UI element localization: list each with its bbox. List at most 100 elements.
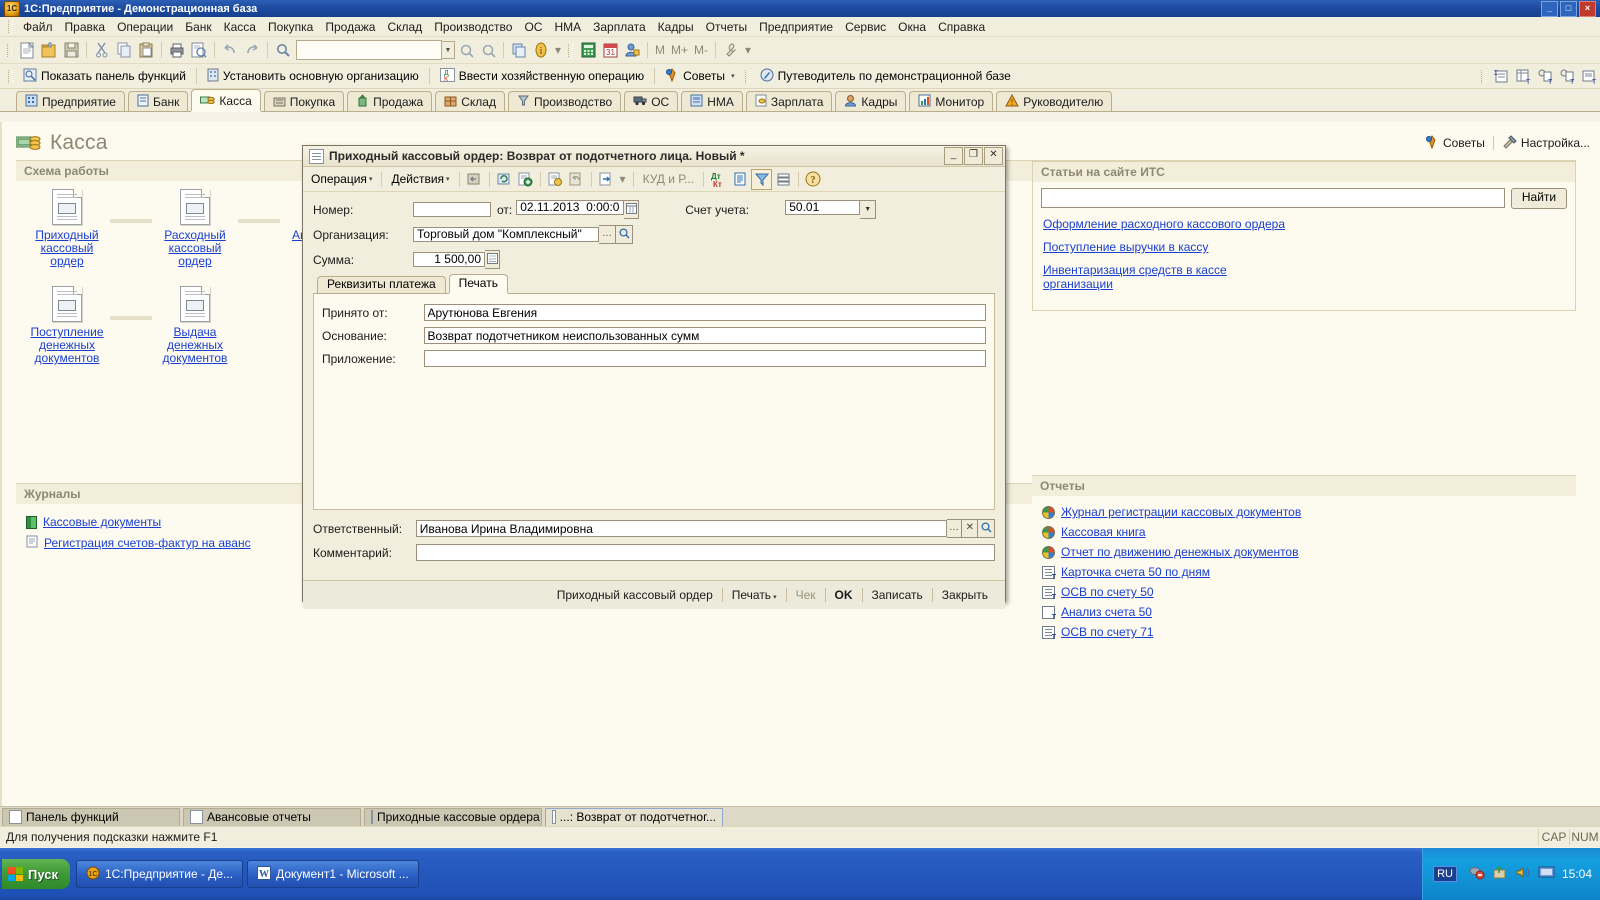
menu-item-windows[interactable]: Окна	[892, 18, 932, 36]
menu-item-file[interactable]: Файл	[17, 18, 59, 36]
responsible-input[interactable]	[415, 520, 947, 537]
network-blocked-icon[interactable]	[1468, 865, 1485, 883]
account-combo[interactable]: ▼	[785, 200, 877, 219]
report-sum-icon[interactable]: Σ	[1491, 66, 1511, 86]
select-button[interactable]: …	[946, 519, 963, 538]
comment-input[interactable]	[416, 544, 995, 561]
redo-icon[interactable]	[242, 40, 262, 60]
osv-report-icon[interactable]: T	[1513, 66, 1533, 86]
menu-item-reports[interactable]: Отчеты	[700, 18, 753, 36]
menu-item-cash[interactable]: Касса	[218, 18, 262, 36]
add-movement-icon[interactable]	[516, 170, 535, 189]
demo-guide-button[interactable]: Путеводитель по демонстрационной базе	[754, 67, 1017, 86]
search-input[interactable]	[296, 40, 442, 60]
operation-menu-button[interactable]: Операция ▾	[306, 170, 377, 188]
tab-monitor[interactable]: Монитор	[909, 91, 994, 111]
cut-icon[interactable]	[92, 40, 112, 60]
its-link[interactable]: Оформление расходного кассового ордера	[1043, 217, 1293, 231]
report-item-account-50-card[interactable]: Карточка счета 50 по дням	[1040, 562, 1568, 582]
menu-item-production[interactable]: Производство	[428, 18, 518, 36]
menu-item-purchase[interactable]: Покупка	[262, 18, 319, 36]
basis-input[interactable]	[423, 327, 986, 344]
chevron-down-icon[interactable]: ▾	[369, 175, 373, 183]
calculator-picker-icon[interactable]	[485, 250, 500, 269]
memory-minus-button[interactable]: M-	[691, 43, 711, 57]
display-icon[interactable]	[1538, 865, 1555, 883]
select-button[interactable]: …	[599, 225, 616, 244]
close-button[interactable]: ×	[1579, 0, 1596, 17]
calendar-picker-icon[interactable]	[624, 200, 640, 219]
tab-warehouse[interactable]: Склад	[435, 91, 505, 111]
dialog-minimize-button[interactable]: _	[944, 147, 963, 165]
its-link[interactable]: Поступление выручки в кассу	[1043, 240, 1293, 254]
flow-node-outgoing-cash-order[interactable]: Расходный кассовый ордер	[152, 189, 238, 268]
maximize-button[interactable]: □	[1560, 0, 1577, 17]
undo-posting-icon[interactable]	[567, 170, 586, 189]
menu-item-service[interactable]: Сервис	[839, 18, 892, 36]
check-button[interactable]: Чек	[787, 588, 825, 602]
dialog-close-button[interactable]: ✕	[984, 147, 1003, 165]
register-records-icon[interactable]	[730, 170, 749, 189]
open-document-icon[interactable]	[39, 40, 59, 60]
flow-link-label[interactable]: Расходный кассовый ордер	[152, 229, 238, 268]
duplicate-window-icon[interactable]	[509, 40, 529, 60]
show-functions-panel-button[interactable]: Показать панель функций	[17, 67, 192, 86]
sum-input[interactable]	[413, 252, 485, 267]
window-item-functions-panel[interactable]: Панель функций	[2, 807, 180, 827]
menu-item-help[interactable]: Справка	[932, 18, 991, 36]
language-indicator[interactable]: RU	[1433, 866, 1457, 882]
undo-icon[interactable]	[220, 40, 240, 60]
new-document-icon[interactable]	[17, 40, 37, 60]
menu-item-edit[interactable]: Правка	[59, 18, 112, 36]
chevron-down-icon[interactable]: ▾	[731, 72, 735, 80]
menu-item-operations[interactable]: Операции	[111, 18, 179, 36]
attachment-input[interactable]	[423, 350, 986, 367]
start-button[interactable]: Пуск	[2, 859, 70, 889]
report-item-label[interactable]: Анализ счета 50	[1061, 605, 1152, 619]
search-dropdown-icon[interactable]: ▼	[442, 41, 455, 59]
dialog-title-bar[interactable]: Приходный кассовый ордер: Возврат от под…	[303, 146, 1005, 167]
its-link[interactable]: Инвентаризация средств в кассе организац…	[1043, 263, 1293, 291]
tab-purchase[interactable]: Покупка	[263, 91, 345, 111]
window-item-advance-reports[interactable]: Авансовые отчеты	[183, 807, 361, 827]
tab-print[interactable]: Печать	[448, 274, 508, 293]
list-settings-icon[interactable]	[774, 170, 793, 189]
ok-button[interactable]: OK	[826, 588, 862, 602]
tab-enterprise[interactable]: Предприятие	[16, 91, 125, 111]
report-item-label[interactable]: ОСВ по счету 50	[1061, 585, 1154, 599]
its-search-button[interactable]: Найти	[1511, 188, 1567, 209]
print-icon[interactable]	[167, 40, 187, 60]
menu-item-bank[interactable]: Банк	[179, 18, 217, 36]
report-item-label[interactable]: Отчет по движению денежных документов	[1061, 545, 1298, 559]
dt-kt-icon[interactable]: Дт Кт	[709, 170, 728, 189]
accepted-from-input[interactable]	[423, 304, 986, 321]
search-next-icon[interactable]	[456, 40, 476, 60]
update-icon[interactable]	[1492, 865, 1508, 883]
kud-button[interactable]: КУД и Р...	[638, 170, 699, 188]
filter-icon[interactable]	[751, 168, 773, 190]
volume-icon[interactable]	[1515, 865, 1531, 883]
analysis-report-icon[interactable]: T	[1535, 66, 1555, 86]
subconto-report-icon[interactable]: T	[1557, 66, 1577, 86]
tab-sale[interactable]: Продажа	[347, 91, 433, 111]
print-menu-button[interactable]: Печать ▾	[723, 588, 786, 602]
window-item-incoming-cash-orders[interactable]: Приходные кассовые ордера	[364, 807, 542, 827]
account-card-icon[interactable]: T	[1579, 66, 1599, 86]
tab-salary[interactable]: Зарплата	[745, 91, 833, 111]
paste-icon[interactable]	[136, 40, 156, 60]
organization-input[interactable]	[413, 227, 599, 242]
menu-item-warehouse[interactable]: Склад	[381, 18, 428, 36]
taskbar-item-word[interactable]: W Документ1 - Microsoft ...	[247, 860, 419, 888]
info-caret-icon[interactable]: ▾	[552, 43, 564, 57]
menu-item-hr[interactable]: Кадры	[652, 18, 700, 36]
help-icon[interactable]: ?	[804, 170, 823, 189]
user-settings-icon[interactable]	[622, 40, 642, 60]
search-icon[interactable]	[273, 40, 293, 60]
menu-item-enterprise[interactable]: Предприятие	[753, 18, 839, 36]
copy-icon[interactable]	[114, 40, 134, 60]
tab-bank[interactable]: Банк	[127, 91, 189, 111]
chevron-down-icon[interactable]: ▾	[773, 594, 777, 601]
wrench-icon[interactable]	[721, 40, 741, 60]
calculator-icon[interactable]	[578, 40, 598, 60]
memory-plus-button[interactable]: M+	[668, 43, 691, 57]
